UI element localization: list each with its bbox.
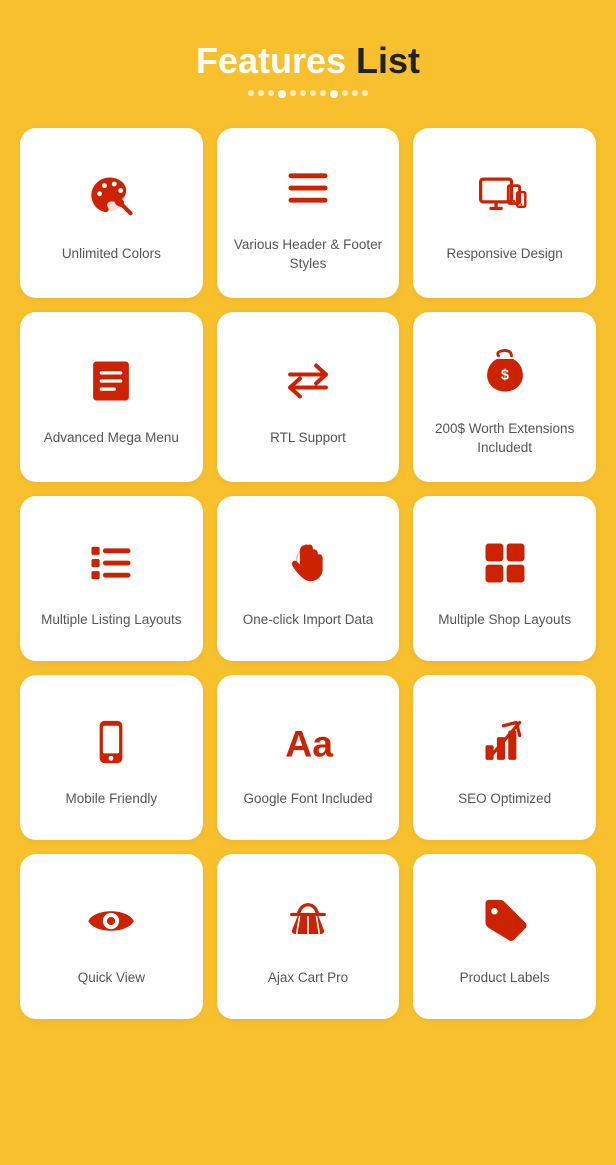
menu-lines-icon xyxy=(278,158,338,218)
decorative-dots xyxy=(196,90,420,98)
card-unlimited-colors: Unlimited Colors xyxy=(20,128,203,298)
card-one-click-import: One-click Import Data xyxy=(217,496,400,661)
card-seo-optimized: SEO Optimized xyxy=(413,675,596,840)
card-label-google-font: Google Font Included xyxy=(243,790,372,809)
arrows-lr-icon xyxy=(278,351,338,411)
card-extensions: $ 200$ Worth Extensions Includedt xyxy=(413,312,596,482)
devices-icon xyxy=(475,167,535,227)
document-lines-icon xyxy=(81,351,141,411)
card-label-unlimited-colors: Unlimited Colors xyxy=(62,245,161,264)
card-rtl-support: RTL Support xyxy=(217,312,400,482)
card-label-header-footer: Various Header & Footer Styles xyxy=(232,236,385,274)
card-product-labels: Product Labels xyxy=(413,854,596,1019)
title-features: Features xyxy=(196,40,346,81)
title-list: List xyxy=(356,40,420,81)
svg-text:Aa: Aa xyxy=(285,722,334,764)
card-header-footer-styles: Various Header & Footer Styles xyxy=(217,128,400,298)
chart-up-icon xyxy=(475,712,535,772)
card-mobile-friendly: Mobile Friendly xyxy=(20,675,203,840)
card-label-one-click: One-click Import Data xyxy=(243,611,374,630)
card-label-mega-menu: Advanced Mega Menu xyxy=(44,429,179,448)
svg-text:$: $ xyxy=(501,367,509,383)
card-google-font: Aa Google Font Included xyxy=(217,675,400,840)
mobile-icon xyxy=(81,712,141,772)
grid-blocks-icon xyxy=(475,533,535,593)
card-label-shop-layouts: Multiple Shop Layouts xyxy=(438,611,571,630)
card-multiple-shop-layouts: Multiple Shop Layouts xyxy=(413,496,596,661)
page-header: Features List xyxy=(196,40,420,98)
tag-icon xyxy=(475,891,535,951)
card-responsive-design: Responsive Design xyxy=(413,128,596,298)
card-label-product-labels: Product Labels xyxy=(460,969,550,988)
card-multiple-listing-layouts: Multiple Listing Layouts xyxy=(20,496,203,661)
list-grid-icon xyxy=(81,533,141,593)
touch-icon xyxy=(278,533,338,593)
card-advanced-mega-menu: Advanced Mega Menu xyxy=(20,312,203,482)
card-label-ajax-cart: Ajax Cart Pro xyxy=(268,969,348,988)
palette-icon xyxy=(81,167,141,227)
card-quick-view: Quick View xyxy=(20,854,203,1019)
card-label-seo: SEO Optimized xyxy=(458,790,551,809)
features-grid: Unlimited Colors Various Header & Footer… xyxy=(20,128,596,1019)
font-aa-icon: Aa xyxy=(278,712,338,772)
card-label-responsive: Responsive Design xyxy=(447,245,563,264)
basket-icon xyxy=(278,891,338,951)
eye-icon xyxy=(81,891,141,951)
card-label-rtl: RTL Support xyxy=(270,429,346,448)
money-bag-icon: $ xyxy=(475,342,535,402)
card-ajax-cart-pro: Ajax Cart Pro xyxy=(217,854,400,1019)
card-label-mobile: Mobile Friendly xyxy=(66,790,158,809)
card-label-extensions: 200$ Worth Extensions Includedt xyxy=(428,420,581,458)
card-label-quick-view: Quick View xyxy=(78,969,145,988)
card-label-listing-layouts: Multiple Listing Layouts xyxy=(41,611,181,630)
